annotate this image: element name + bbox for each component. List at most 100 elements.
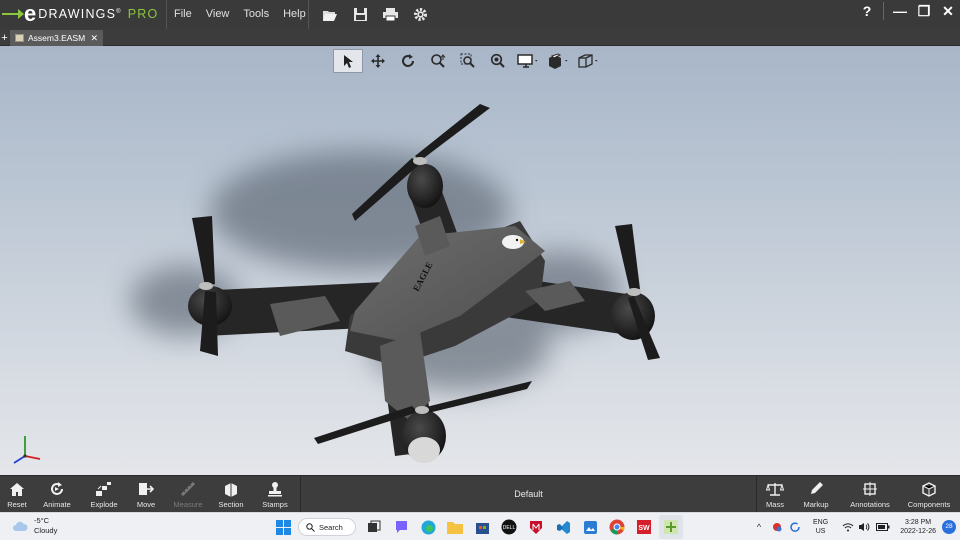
restore-button[interactable]: ❐ xyxy=(912,0,936,22)
edrawings-window: e DRAWINGS® PRO File View Tools Help ? —… xyxy=(0,0,960,513)
show-hidden-icons-chevron-up-icon[interactable]: ^ xyxy=(750,522,768,532)
cloud-icon xyxy=(13,521,28,531)
windows-logo-icon xyxy=(275,519,291,535)
weather-temp: -5°C xyxy=(34,516,50,525)
menu-tools[interactable]: Tools xyxy=(236,0,276,29)
graphics-viewport[interactable]: EAGLE xyxy=(0,46,960,475)
minimize-button[interactable]: — xyxy=(888,0,912,22)
scale-icon xyxy=(766,483,784,496)
gear-icon xyxy=(413,8,427,21)
bottom-toolbar-right: Mass Markup Annotations Components xyxy=(760,476,960,513)
tab-assem3[interactable]: Assem3.EASM ✕ xyxy=(10,30,103,46)
assembly-doc-icon xyxy=(15,34,24,42)
chat-icon xyxy=(395,521,407,533)
components-button[interactable]: Components xyxy=(898,476,960,513)
store-icon xyxy=(475,522,489,534)
measure-icon xyxy=(180,481,196,497)
solidworks-button[interactable]: SW xyxy=(632,515,656,539)
window-controls-divider xyxy=(883,2,884,20)
language-indicator[interactable]: ENG US xyxy=(813,518,828,536)
bottom-toolbar-left: Reset Animate Explode Move Measure Secti… xyxy=(2,476,298,513)
clock[interactable]: 3:28 PM 2022-12-26 xyxy=(900,518,936,536)
svg-text:SW: SW xyxy=(638,525,650,532)
explode-icon xyxy=(96,482,111,496)
menu-bar: File View Tools Help xyxy=(166,0,313,29)
window-controls: ? — ❐ ✕ xyxy=(855,0,960,22)
save-button[interactable] xyxy=(345,0,375,29)
weather-widget[interactable]: -5°C Cloudy xyxy=(12,516,57,536)
close-button[interactable]: ✕ xyxy=(936,0,960,22)
search-icon xyxy=(306,522,315,532)
reset-button[interactable]: Reset xyxy=(2,476,32,513)
search-label: Search xyxy=(319,522,343,532)
options-button[interactable] xyxy=(405,0,435,29)
tab-close-button[interactable]: ✕ xyxy=(90,30,98,46)
chat-button[interactable] xyxy=(389,515,413,539)
clock-time: 3:28 PM xyxy=(905,519,932,526)
animate-icon xyxy=(51,482,63,495)
weather-condition: Cloudy xyxy=(34,526,58,535)
save-icon xyxy=(353,8,367,21)
folder-icon xyxy=(447,521,463,534)
help-button[interactable]: ? xyxy=(855,0,879,22)
sync-icon[interactable] xyxy=(789,521,801,533)
open-folder-icon xyxy=(323,10,337,21)
open-button[interactable] xyxy=(315,0,345,29)
edrawings-icon xyxy=(664,520,678,534)
axis-triad-icon xyxy=(13,436,41,464)
components-icon xyxy=(922,482,936,497)
file-explorer-button[interactable] xyxy=(443,515,467,539)
markup-button[interactable]: Markup xyxy=(790,476,842,513)
printer-icon xyxy=(382,8,398,22)
logo-edition: PRO xyxy=(127,7,159,21)
mcafee-button[interactable] xyxy=(524,515,548,539)
animate-button[interactable]: Animate xyxy=(32,476,82,513)
tray-app-icon[interactable] xyxy=(771,521,783,533)
chrome-button[interactable] xyxy=(605,515,629,539)
stamp-icon xyxy=(268,482,282,497)
paint-button[interactable] xyxy=(578,515,602,539)
edge-button[interactable] xyxy=(416,515,440,539)
stamps-button[interactable]: Stamps xyxy=(252,476,298,513)
taskbar-apps: Search DELL SW xyxy=(271,515,686,539)
dell-button[interactable]: DELL xyxy=(497,515,521,539)
vscode-button[interactable] xyxy=(551,515,575,539)
bottom-toolbar: Reset Animate Explode Move Measure Secti… xyxy=(0,475,960,513)
vscode-icon xyxy=(556,520,570,534)
store-button[interactable] xyxy=(470,515,494,539)
measure-button[interactable]: Measure xyxy=(166,476,210,513)
photos-icon xyxy=(583,520,597,534)
svg-text:DELL: DELL xyxy=(503,525,516,531)
title-bar: e DRAWINGS® PRO File View Tools Help ? —… xyxy=(0,0,960,29)
logo-letter: e xyxy=(24,1,37,26)
drone-model[interactable]: EAGLE xyxy=(0,46,960,475)
section-button[interactable]: Section xyxy=(210,476,252,513)
menu-file[interactable]: File xyxy=(167,0,199,29)
configuration-name[interactable]: Default xyxy=(300,476,757,513)
annotations-button[interactable]: Annotations xyxy=(842,476,898,513)
edrawings-logo: e DRAWINGS® PRO xyxy=(2,2,158,26)
task-view-button[interactable] xyxy=(362,515,386,539)
move-button[interactable]: Move xyxy=(126,476,166,513)
wifi-icon[interactable] xyxy=(842,522,854,532)
mass-button[interactable]: Mass xyxy=(760,476,790,513)
dell-icon: DELL xyxy=(501,519,517,535)
explode-button[interactable]: Explode xyxy=(82,476,126,513)
logo-arrow-icon xyxy=(2,9,24,19)
document-tab-bar: + Assem3.EASM ✕ xyxy=(0,29,960,46)
tab-label: Assem3.EASM xyxy=(28,33,86,43)
volume-icon[interactable] xyxy=(858,522,870,532)
edrawings-taskbar-button[interactable] xyxy=(659,515,683,539)
move-component-icon xyxy=(139,483,155,495)
taskbar-search[interactable]: Search xyxy=(298,518,356,536)
clock-date: 2022-12-26 xyxy=(900,528,936,535)
new-tab-button[interactable]: + xyxy=(0,33,9,44)
task-view-icon xyxy=(368,520,381,532)
start-button[interactable] xyxy=(271,515,295,539)
battery-icon[interactable] xyxy=(876,523,890,531)
section-icon xyxy=(225,483,237,497)
menu-view[interactable]: View xyxy=(199,0,237,29)
print-button[interactable] xyxy=(375,0,405,29)
notification-badge[interactable]: 28 xyxy=(942,520,956,534)
file-toolbar xyxy=(308,0,435,29)
